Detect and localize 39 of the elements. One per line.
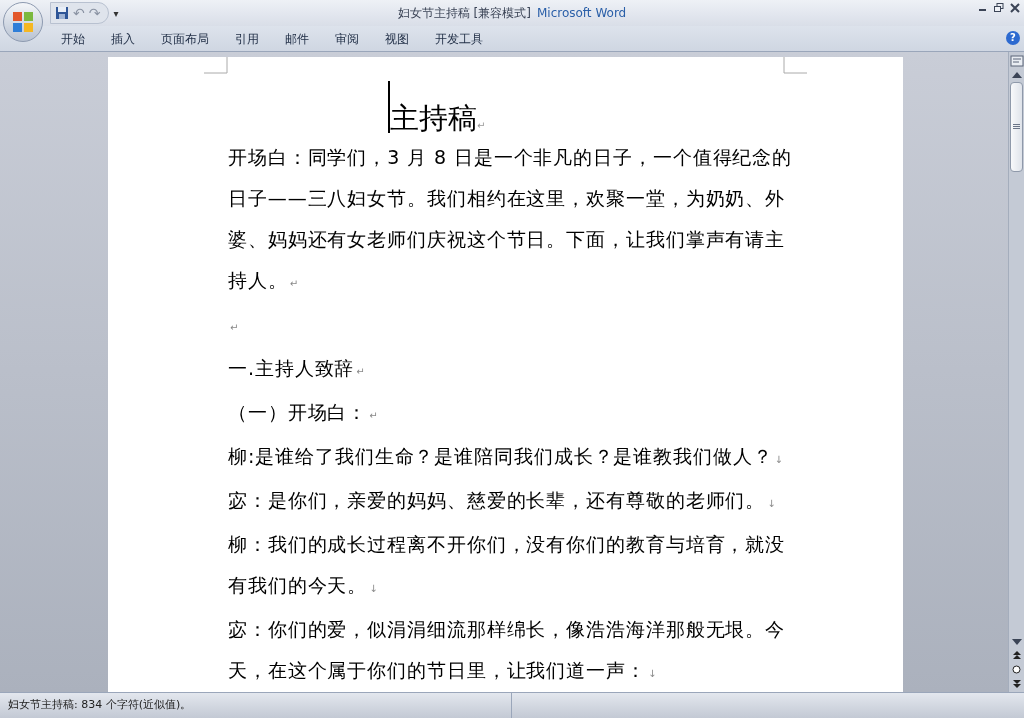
scroll-up-icon[interactable] [1011, 72, 1022, 78]
close-icon[interactable] [1010, 3, 1020, 13]
paragraph-text: 开场白：同学们，3 月 8 日是一个非凡的日子，一个值得纪念的日子——三八妇女节。我们相约在这里，欢聚一堂，为奶奶、外婆、妈妈还有女老师们庆祝这个节日。下面，让我们掌声有请主持人。↵ [228, 146, 793, 291]
ribbon-tab[interactable]: 开始 [48, 27, 98, 50]
window-title: 妇女节主持稿 [兼容模式] [397, 5, 531, 22]
next-page-icon[interactable] [1012, 680, 1021, 688]
paragraph-text: 宓：是你们，亲爱的妈妈、慈爱的长辈，还有尊敬的老师们。↓ [228, 489, 776, 511]
office-logo-icon [12, 11, 34, 33]
browse-object-icon[interactable] [1012, 665, 1021, 674]
help-button[interactable]: ? [1006, 31, 1020, 45]
customize-toolbar-button[interactable]: ▾ [113, 5, 119, 21]
paragraph-text: 一.主持人致辞↵ [228, 357, 365, 379]
paragraph-mark: ↵ [477, 120, 486, 131]
previous-page-icon[interactable] [1012, 651, 1021, 659]
ribbon-tab[interactable]: 引用 [222, 27, 272, 50]
ribbon-tab[interactable]: 邮件 [272, 27, 322, 50]
paragraph-text: 柳：我们的成长过程离不开你们，没有你们的教育与培育，就没有我们的今天。↓ [228, 533, 786, 596]
document-title: 主持稿 [390, 104, 477, 133]
office-button[interactable] [3, 2, 43, 42]
grip-icon [1013, 124, 1020, 130]
ribbon-tab[interactable]: 视图 [372, 27, 422, 50]
ribbon-tab[interactable]: 页面布局 [148, 27, 222, 50]
margin-corner-mark [204, 57, 228, 74]
paragraph-text: 宓：你们的爱，似涓涓细流那样绵长，像浩浩海洋那般无垠。今天，在这个属于你们的节日里，让我们道一声：↓ [228, 618, 786, 681]
scrollbar-thumb[interactable] [1010, 82, 1023, 172]
ribbon-tab[interactable]: 开发工具 [422, 27, 496, 50]
text-cursor [388, 81, 390, 133]
status-text: 妇女节主持稿: 834 个字符(近似值)。 [0, 692, 512, 718]
paragraph-text: （一）开场白：↵ [228, 401, 378, 423]
ruler-toggle-icon[interactable] [1009, 54, 1024, 68]
paragraph-text: 柳:是谁给了我们生命？是谁陪同我们成长？是谁教我们做人？↓ [228, 445, 783, 467]
ribbon-tab[interactable]: 插入 [98, 27, 148, 50]
margin-corner-mark [783, 57, 807, 74]
ribbon-tab[interactable]: 审阅 [322, 27, 372, 50]
paragraph-mark: ↵ [229, 321, 239, 335]
app-name: Microsoft Word [536, 5, 627, 22]
restore-icon[interactable] [994, 3, 1004, 13]
save-icon[interactable] [55, 6, 69, 20]
scroll-down-icon[interactable] [1011, 639, 1022, 645]
